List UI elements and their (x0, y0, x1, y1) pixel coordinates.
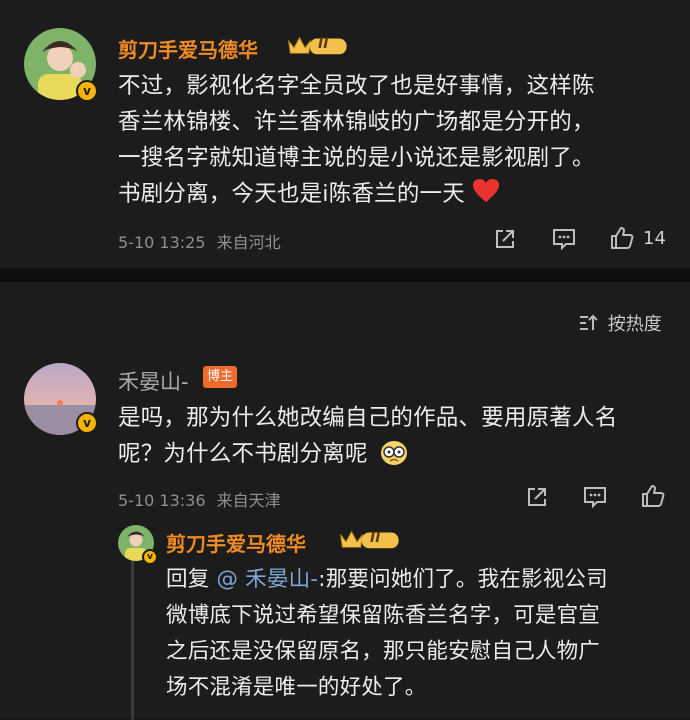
comment-card: v 剪刀手爱马德华 II 不过，影视化名字全员改了也是好事情，这样陈 香兰林锦楼… (0, 0, 690, 268)
level-badge: II (318, 36, 329, 52)
username[interactable]: 剪刀手爱马德华 (118, 34, 258, 63)
verified-icon: v (142, 549, 158, 565)
emoji-icon (381, 441, 408, 465)
like-icon[interactable] (609, 225, 635, 251)
share-icon[interactable] (525, 485, 549, 509)
comment-meta: 5-10 13:25 来自河北 (118, 233, 281, 252)
verified-icon: v (76, 80, 98, 102)
reply-text: 回复 @ 禾晏山-:那要问她们了。我在影视公司 微博底下说过希望保留陈香兰名字，… (166, 567, 608, 700)
comment-text: 不过，影视化名字全员改了也是好事情，这样陈 香兰林锦楼、许兰香林锦岐的广场都是分… (118, 73, 595, 207)
divider (0, 268, 690, 282)
comment-icon[interactable] (582, 485, 608, 509)
verified-icon: v (76, 412, 98, 434)
like-icon[interactable] (640, 483, 666, 509)
comment-text: 是吗，那为什么她改编自己的作品、要用原著人名 呢？为什么不书剧分离呢 (118, 405, 618, 467)
mention-link[interactable]: @ 禾晏山- (216, 567, 318, 592)
sort-icon (580, 314, 598, 330)
comment-meta: 5-10 13:36 来自天津 (118, 491, 281, 510)
comment-icon[interactable] (551, 227, 577, 251)
sort-button[interactable]: 按热度 (578, 310, 662, 336)
username[interactable]: 禾晏山- (118, 366, 189, 396)
like-count: 14 (643, 228, 666, 249)
heart-emoji-icon (473, 179, 500, 202)
share-icon[interactable] (493, 227, 517, 251)
level-badge: II (370, 530, 381, 546)
username[interactable]: 剪刀手爱马德华 (166, 528, 306, 557)
reply-thread-line (131, 545, 134, 720)
author-tag: 博主 (203, 366, 238, 388)
